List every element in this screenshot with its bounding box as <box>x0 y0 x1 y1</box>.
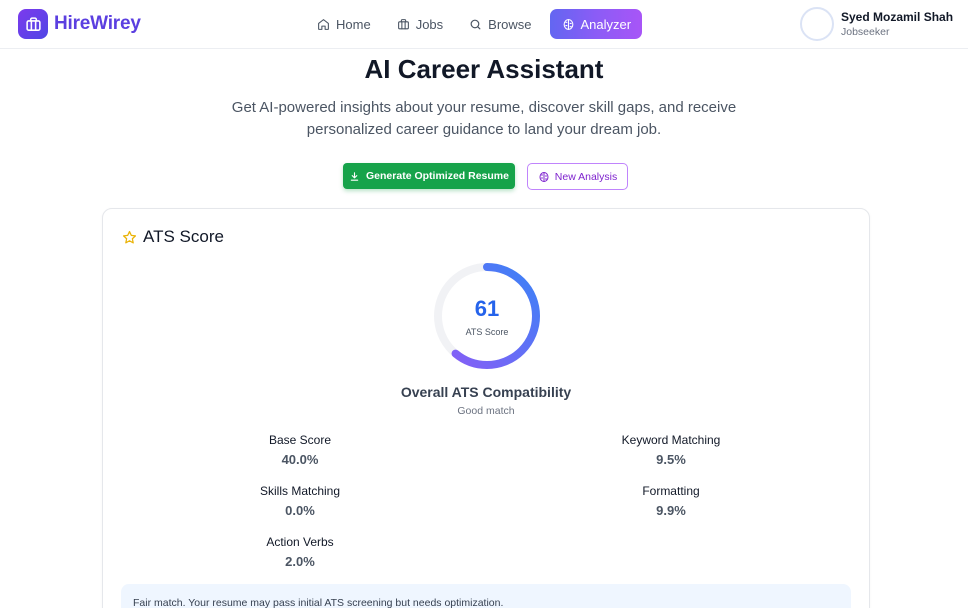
nav-analyzer-label: Analyzer <box>580 16 632 32</box>
metric-skills-matching: Skills Matching 0.0% <box>230 484 370 520</box>
brand-name: HireWirey <box>54 13 141 34</box>
overall-compatibility-subtitle: Good match <box>457 405 515 417</box>
overall-compatibility-title: Overall ATS Compatibility <box>400 384 572 400</box>
metric-label: Keyword Matching <box>621 433 721 447</box>
generate-optimized-resume-button[interactable]: Generate Optimized Resume <box>343 163 515 189</box>
metric-value: 9.5% <box>656 452 686 467</box>
card-title: ATS Score <box>143 227 224 246</box>
user-info: Syed Mozamil Shah Jobseeker <box>841 10 953 39</box>
metric-label: Base Score <box>268 433 332 447</box>
brain-icon <box>563 18 573 30</box>
new-analysis-label: New Analysis <box>554 170 618 183</box>
page-subtitle: Get AI-powered insights about your resum… <box>231 99 737 138</box>
top-navbar: HireWirey Home Jobs Browse Analyzer Syed… <box>0 0 968 49</box>
briefcase-icon <box>397 18 409 29</box>
ats-feedback-note: Fair match. Your resume may pass initial… <box>121 584 851 608</box>
search-icon <box>470 19 481 29</box>
nav-browse-label: Browse <box>488 16 532 32</box>
metric-value: 0.0% <box>285 503 315 518</box>
ats-score-card: ATS Score 61 ATS Score Overall ATS Compa… <box>102 208 870 608</box>
metric-value: 2.0% <box>285 554 315 569</box>
new-analysis-button[interactable]: New Analysis <box>527 163 628 190</box>
nav-jobs-label: Jobs <box>415 16 444 32</box>
nav-home-label: Home <box>336 16 371 32</box>
nav-browse[interactable]: Browse <box>459 9 541 39</box>
metric-formatting: Formatting 9.9% <box>601 484 741 520</box>
user-name: Syed Mozamil Shah <box>841 9 954 24</box>
metric-action-verbs: Action Verbs 2.0% <box>230 535 370 571</box>
avatar[interactable] <box>800 7 834 41</box>
nav-jobs[interactable]: Jobs <box>387 9 453 39</box>
metric-label: Formatting <box>642 484 700 498</box>
briefcase-icon <box>18 9 48 39</box>
star-icon <box>122 230 137 243</box>
ats-score-value: 61 <box>474 296 500 321</box>
metric-label: Skills Matching <box>259 484 341 498</box>
page-title: AI Career Assistant <box>364 54 604 84</box>
brain-icon <box>539 171 549 182</box>
metric-base-score: Base Score 40.0% <box>230 433 370 469</box>
nav-home[interactable]: Home <box>307 9 381 39</box>
user-role: Jobseeker <box>841 25 890 38</box>
home-icon <box>318 18 329 30</box>
nav-analyzer[interactable]: Analyzer <box>549 9 643 39</box>
brand-logo[interactable]: HireWirey <box>18 9 141 39</box>
download-icon <box>350 171 359 181</box>
metric-value: 9.9% <box>656 503 686 518</box>
metric-keyword-matching: Keyword Matching 9.5% <box>601 433 741 469</box>
metric-value: 40.0% <box>281 452 319 467</box>
generate-button-label: Generate Optimized Resume <box>366 170 509 182</box>
card-header: ATS Score <box>122 227 224 247</box>
metric-label: Action Verbs <box>266 535 334 549</box>
user-menu[interactable]: Syed Mozamil Shah Jobseeker <box>800 7 953 41</box>
main-nav: Home Jobs Browse Analyzer <box>307 9 648 39</box>
ats-score-label: ATS Score <box>465 327 509 337</box>
